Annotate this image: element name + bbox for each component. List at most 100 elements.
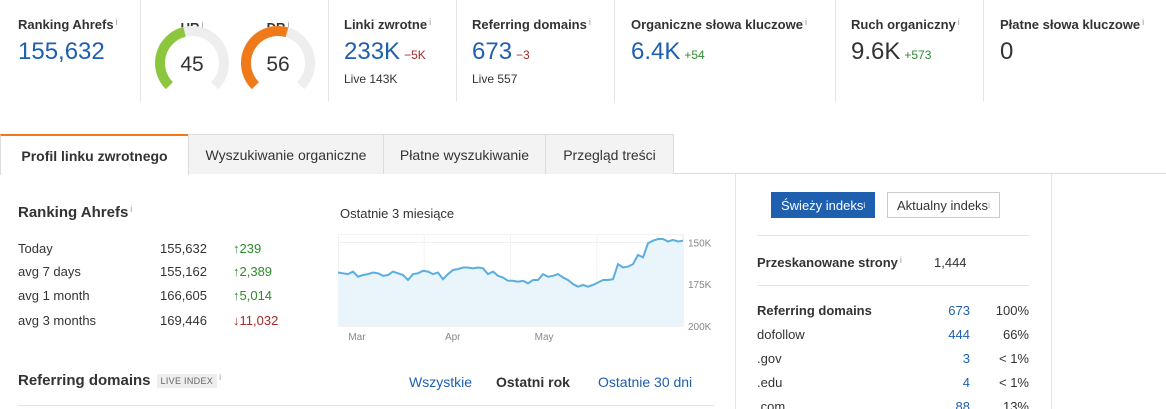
rank-row-change: ↓11,032 (233, 313, 279, 328)
section-title-text: Ranking Ahrefs (18, 204, 129, 221)
rank-row-value: 155,162 (160, 264, 207, 279)
metric-value-row: 233K −5K (344, 38, 456, 66)
info-icon[interactable]: i (429, 17, 431, 27)
info-icon[interactable]: i (958, 17, 960, 27)
info-icon[interactable]: i (900, 255, 902, 265)
tab-backlink-profile[interactable]: Profil linku zwrotnego (0, 134, 189, 175)
metric-sub: Live 557 (472, 72, 518, 86)
metric-delta: +54 (684, 48, 705, 62)
rank-row-value: 155,632 (160, 241, 207, 256)
info-icon[interactable]: i (589, 17, 591, 27)
domains-row-pct: 66% (1002, 327, 1029, 342)
info-icon: i (863, 200, 866, 210)
info-icon[interactable]: i (1142, 17, 1144, 27)
domains-row-pct: < 1% (999, 351, 1029, 366)
rank-row-value: 169,446 (160, 313, 207, 328)
tab-content-overview[interactable]: Przegląd treści (545, 134, 674, 174)
metric-value: 155,632 (18, 38, 105, 65)
fresh-index-toggle[interactable]: Świeży indeks i (771, 192, 876, 218)
info-icon[interactable]: i (130, 204, 132, 214)
domains-row-pct: < 1% (999, 375, 1029, 390)
ahrefs-rank-chart[interactable]: 150K 175K 200K Mar Apr May (338, 234, 718, 350)
metric-sub: Live 143K (344, 72, 398, 86)
chart-title: Ostatnie 3 miesiące (340, 206, 455, 221)
metric-organic-keywords[interactable]: Organiczne słowa kluczowe i 6.4K +54 (615, 0, 836, 102)
metric-organic-traffic[interactable]: Ruch organiczny i 9.6K +573 (836, 0, 984, 102)
toggle-label: Świeży indeks (781, 197, 864, 213)
domains-header-value[interactable]: 673 (930, 303, 970, 318)
metric-value-row: 9.6K +573 (851, 38, 983, 66)
report-tabs: Profil linku zwrotnego Wyszukiwanie orga… (0, 134, 1166, 175)
metric-delta: −3 (516, 48, 530, 62)
metric-referring-domains[interactable]: Referring domains i 673 −3 Live 557 (457, 0, 615, 102)
rank-row-change: ↑2,389 (233, 264, 273, 279)
metric-label: Referring domains i (472, 17, 614, 32)
metric-value-row: 673 −3 (472, 38, 614, 66)
gauge-value: 56 (266, 53, 290, 76)
info-icon[interactable]: i (219, 372, 221, 382)
domains-header-label: Referring domains (757, 303, 872, 318)
domains-row-value[interactable]: 444 (930, 327, 970, 342)
metric-value[interactable]: 6.4K (631, 38, 680, 65)
rank-row-label: avg 3 months (18, 313, 97, 328)
rank-row-value: 166,605 (160, 288, 207, 303)
metric-label-text: Płatne słowa kluczowe (1000, 17, 1141, 32)
domains-row-pct: 13% (1002, 399, 1029, 409)
metric-value[interactable]: 673 (472, 38, 512, 65)
metric-gauges: UR i 45 DR i 56 (141, 0, 329, 102)
domains-row-label: .gov (757, 351, 782, 366)
metrics-bar: Ranking Ahrefs i 155,632 UR i 45 DR i 56 Li… (0, 0, 1166, 102)
filter-all[interactable]: Wszystkie (409, 374, 472, 390)
metric-value-row: 6.4K +54 (631, 38, 835, 66)
refdomains-section-title: Referring domains LIVE INDEX i (18, 372, 221, 389)
divider (757, 285, 1029, 286)
rank-row-label: avg 1 month (18, 288, 90, 303)
metric-value[interactable]: 9.6K (851, 38, 900, 65)
info-icon: i (988, 200, 990, 210)
rank-row-change: ↑239 (233, 241, 262, 256)
metric-label: Ranking Ahrefs i (18, 17, 140, 32)
section-title-text: Referring domains (18, 372, 151, 389)
live-index-toggle[interactable]: Aktualny indeks i (887, 192, 1000, 218)
metric-paid-keywords[interactable]: Płatne słowa kluczowe i 0 (984, 0, 1166, 102)
chart-x-tick-label: Apr (445, 332, 461, 343)
metric-backlinks[interactable]: Linki zwrotne i 233K −5K Live 143K (329, 0, 457, 102)
domains-row-label: .edu (757, 375, 783, 390)
rank-row-label: avg 7 days (18, 264, 81, 279)
metric-delta: −5K (404, 48, 426, 62)
tab-paid-search[interactable]: Płatne wyszukiwanie (383, 134, 546, 174)
metric-label-text: Organiczne słowa kluczowe (631, 17, 803, 32)
gauge-value: 45 (180, 53, 204, 76)
metric-label-text: Referring domains (472, 17, 587, 32)
metric-label: Ruch organiczny i (851, 17, 983, 32)
ranking-section-title: Ranking Ahrefs i (18, 204, 132, 221)
domains-row-value[interactable]: 4 (930, 375, 970, 390)
info-icon[interactable]: i (116, 17, 118, 27)
domains-row-value[interactable]: 3 (930, 351, 970, 366)
metric-ahrefs-rank[interactable]: Ranking Ahrefs i 155,632 (0, 0, 141, 102)
metric-label: Linki zwrotne i (344, 17, 456, 32)
filter-last-year[interactable]: Ostatni rok (496, 374, 570, 390)
ur-gauge[interactable]: UR i 45 (153, 20, 231, 98)
chart-y-tick-label: 175K (688, 280, 712, 291)
info-icon[interactable]: i (805, 17, 807, 27)
chart-x-tick-label: May (535, 332, 554, 343)
crawled-pages-label: Przeskanowane strony i (757, 255, 902, 270)
domains-row-label: dofollow (757, 327, 805, 342)
divider (757, 235, 1029, 236)
domains-row-value[interactable]: 88 (930, 399, 970, 409)
metric-label-text: Ruch organiczny (851, 17, 956, 32)
dr-gauge[interactable]: DR i 56 (239, 20, 317, 98)
domains-row-label: .com (757, 399, 786, 409)
domains-header-pct: 100% (995, 303, 1029, 318)
chart-y-tick-label: 150K (688, 238, 712, 249)
live-index-badge: LIVE INDEX (156, 374, 218, 389)
chart-x-tick-label: Mar (348, 332, 366, 343)
metric-label: Organiczne słowa kluczowe i (631, 17, 835, 32)
toggle-label: Aktualny indeks (897, 197, 989, 213)
filter-last-30-days[interactable]: Ostatnie 30 dni (598, 374, 692, 390)
chart-y-tick-label: 200K (688, 322, 712, 333)
tab-organic-search[interactable]: Wyszukiwanie organiczne (188, 134, 384, 174)
metric-value[interactable]: 233K (344, 38, 400, 65)
divider (18, 405, 714, 406)
